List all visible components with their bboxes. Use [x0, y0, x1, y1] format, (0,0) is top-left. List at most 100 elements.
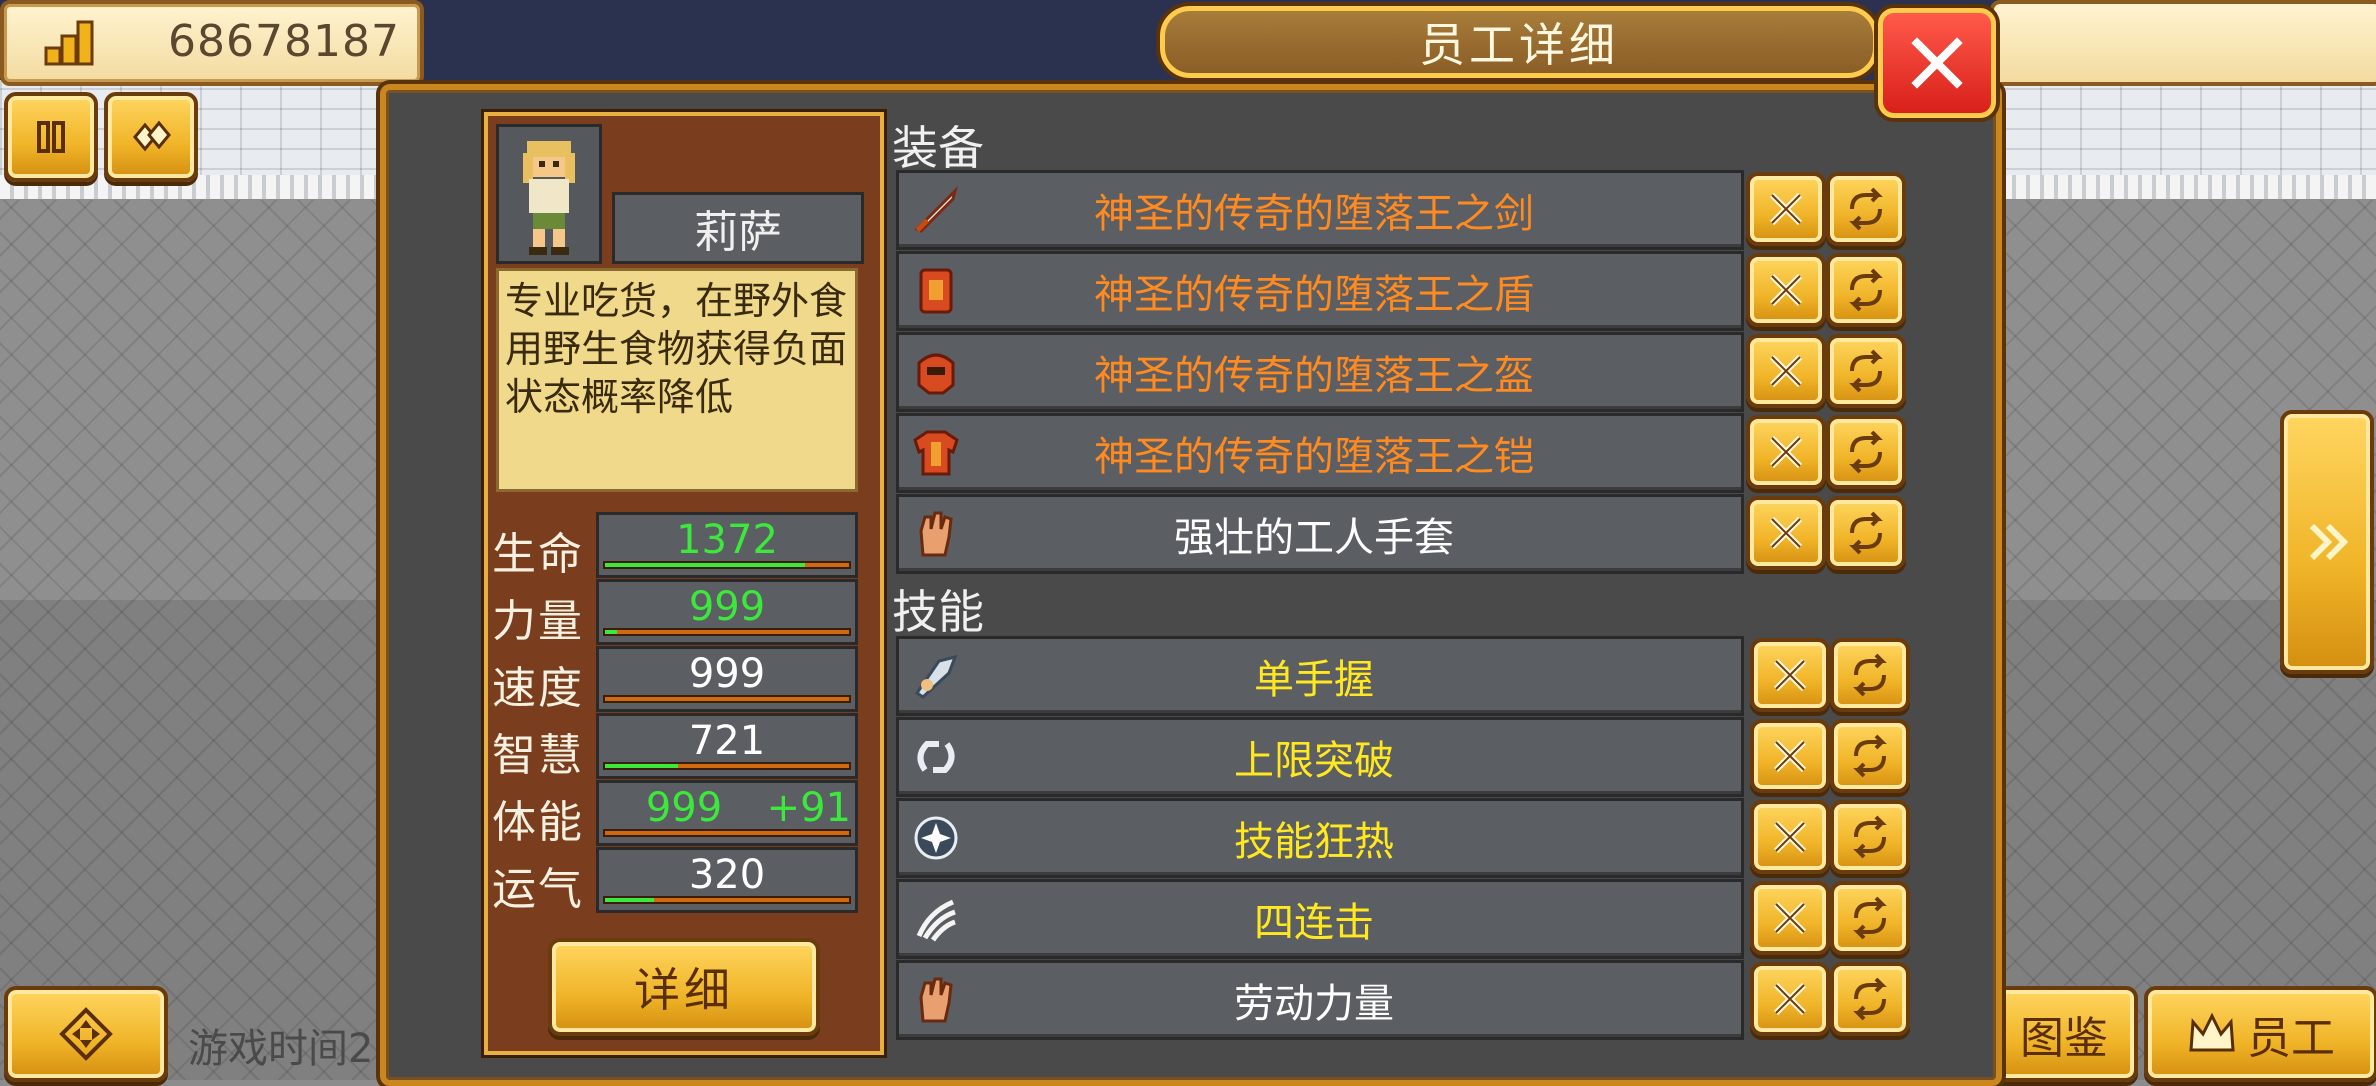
helmet-icon: [909, 345, 963, 399]
skill-name: 上限突破: [1234, 738, 1394, 784]
stat-label: 运气: [492, 864, 584, 915]
close-button[interactable]: [1878, 8, 1996, 118]
unequip-button[interactable]: [1746, 253, 1826, 327]
double-chevron-right-icon: [2309, 523, 2349, 561]
remove-skill-button[interactable]: [1750, 881, 1830, 955]
stat-stamina: 体能 999 +91: [492, 780, 864, 848]
skills-header: 技能: [892, 585, 984, 639]
swap-icon: [1853, 896, 1887, 940]
swap-equipment-button[interactable]: [1826, 415, 1906, 489]
game-time-label: 游戏时间2: [188, 1026, 374, 1072]
equipment-header: 装备: [892, 121, 984, 175]
claw-icon: [909, 892, 963, 946]
unequip-icon: [1773, 658, 1807, 692]
skill-name: 技能狂热: [1234, 819, 1394, 865]
swap-skill-button[interactable]: [1830, 800, 1910, 874]
close-icon: [1911, 37, 1963, 89]
panel-title: 员工详细: [1160, 6, 1878, 78]
unequip-icon: [1769, 273, 1803, 307]
skill-row: 技能狂热: [896, 798, 1744, 878]
stat-bar: 1372: [596, 512, 858, 578]
remove-skill-button[interactable]: [1750, 719, 1830, 793]
gold-stack-icon: [44, 18, 100, 70]
swap-skill-button[interactable]: [1830, 881, 1910, 955]
character-name: 莉萨: [612, 192, 864, 264]
skill-row: 单手握: [896, 636, 1744, 716]
stat-label: 生命: [492, 529, 584, 580]
stat-fill: [605, 563, 806, 567]
unequip-button[interactable]: [1746, 172, 1826, 246]
pause-icon: [37, 121, 65, 153]
swap-equipment-button[interactable]: [1826, 253, 1906, 327]
move-button[interactable]: [4, 986, 168, 1082]
stat-bar: 320: [596, 847, 858, 913]
stat-track: [603, 628, 851, 636]
swap-equipment-button[interactable]: [1826, 172, 1906, 246]
stat-label: 体能: [492, 797, 584, 848]
skill-name: 单手握: [1254, 657, 1374, 703]
character-portrait: [496, 124, 602, 264]
swap-skill-button[interactable]: [1830, 719, 1910, 793]
unequip-icon: [1773, 982, 1807, 1016]
swap-skill-button[interactable]: [1830, 638, 1910, 712]
equipment-name: 神圣的传奇的堕落王之盾: [1094, 272, 1534, 318]
unequip-button[interactable]: [1746, 415, 1826, 489]
remove-skill-button[interactable]: [1750, 962, 1830, 1036]
gold-counter: 68678187: [0, 0, 424, 86]
remove-skill-button[interactable]: [1750, 800, 1830, 874]
stat-label: 速度: [492, 663, 584, 714]
skill-row: 上限突破: [896, 717, 1744, 797]
top-right-bar: [1990, 0, 2376, 86]
stat-hp: 生命 1372: [492, 512, 864, 580]
skill-row: 劳动力量: [896, 960, 1744, 1040]
swap-icon: [1849, 511, 1883, 555]
stat-luck: 运气 320: [492, 847, 864, 915]
encyclopedia-button[interactable]: 图鉴: [1990, 986, 2138, 1082]
scene-right-button[interactable]: [2280, 410, 2374, 674]
pause-button[interactable]: [4, 92, 98, 182]
unequip-icon: [1773, 820, 1807, 854]
remove-skill-button[interactable]: [1750, 638, 1830, 712]
stat-label: 智慧: [492, 730, 584, 781]
unequip-icon: [1769, 435, 1803, 469]
stat-speed: 速度 999: [492, 646, 864, 714]
swap-icon: [1853, 734, 1887, 778]
swap-icon: [1849, 187, 1883, 231]
unequip-icon: [1769, 192, 1803, 226]
crown-icon: [2189, 1012, 2235, 1052]
swap-equipment-button[interactable]: [1826, 496, 1906, 570]
stat-bar: 999: [596, 646, 858, 712]
skill-row: 四连击: [896, 879, 1744, 959]
unequip-icon: [1773, 901, 1807, 935]
unequip-button[interactable]: [1746, 334, 1826, 408]
unequip-button[interactable]: [1746, 496, 1826, 570]
swap-skill-button[interactable]: [1830, 962, 1910, 1036]
armor-icon: [909, 426, 963, 480]
stat-wisdom: 智慧 721: [492, 713, 864, 781]
orb-icon: [909, 811, 963, 865]
detail-button[interactable]: 详细: [548, 938, 820, 1036]
unequip-icon: [1769, 354, 1803, 388]
limit-break-icon: [909, 730, 963, 784]
character-description: 专业吃货，在野外食用野生食物获得负面状态概率降低: [496, 268, 858, 492]
stat-fill: [605, 630, 618, 634]
gold-amount: 68678187: [168, 16, 400, 67]
staff-label: 员工: [2247, 1013, 2335, 1064]
swap-equipment-button[interactable]: [1826, 334, 1906, 408]
equipment-row: 神圣的传奇的堕落王之铠: [896, 413, 1744, 493]
equipment-row: 神圣的传奇的堕落王之盾: [896, 251, 1744, 331]
grip-icon: [909, 649, 963, 703]
staff-button[interactable]: 员工: [2144, 986, 2376, 1082]
stat-value: 999: [688, 651, 766, 697]
skill-name: 四连击: [1254, 900, 1374, 946]
swap-icon: [1853, 977, 1887, 1021]
stat-bar: 999: [596, 579, 858, 645]
stat-track: [603, 561, 851, 569]
shield-icon: [909, 264, 963, 318]
speed-button[interactable]: [104, 92, 198, 182]
unequip-icon: [1769, 516, 1803, 550]
equipment-row: 强壮的工人手套: [896, 494, 1744, 574]
stat-bonus: +91: [766, 785, 851, 831]
stat-track: [603, 762, 851, 770]
swap-icon: [1853, 815, 1887, 859]
